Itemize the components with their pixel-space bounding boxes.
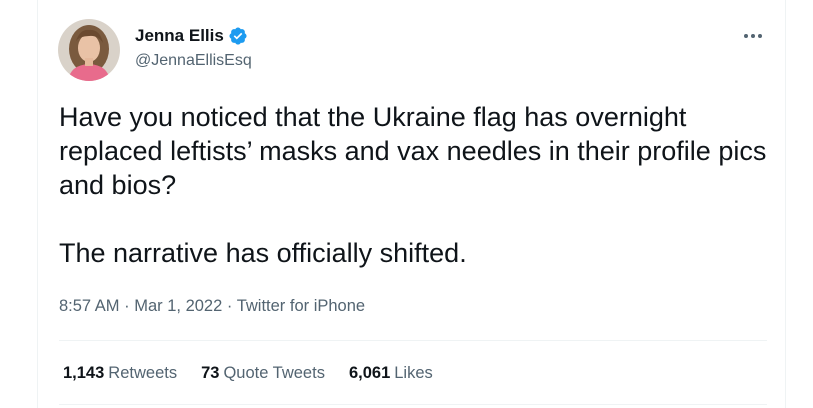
tweet-date[interactable]: Mar 1, 2022: [134, 297, 222, 315]
retweets-label: Retweets: [108, 364, 178, 382]
author-display-name[interactable]: Jenna Ellis: [135, 26, 224, 46]
tweet-card: Jenna Ellis @JennaEllisEsq Have you noti…: [37, 0, 786, 408]
retweets-count: 1,143: [63, 364, 105, 382]
quote-tweets-stat[interactable]: 73 Quote Tweets: [201, 364, 325, 383]
tweet-paragraph: Have you noticed that the Ukraine flag h…: [59, 102, 767, 200]
meta-separator: ·: [124, 297, 130, 315]
tweet-text: Have you noticed that the Ukraine flag h…: [59, 100, 769, 270]
more-options-icon[interactable]: [738, 24, 768, 48]
avatar[interactable]: [58, 19, 120, 81]
retweets-stat[interactable]: 1,143 Retweets: [63, 364, 177, 383]
likes-count: 6,061: [348, 364, 391, 382]
quote-tweets-label: Quote Tweets: [223, 364, 325, 382]
author-name-row: Jenna Ellis: [135, 26, 248, 46]
divider: [59, 340, 767, 341]
author-handle[interactable]: @JennaEllisEsq: [135, 52, 252, 70]
engagement-stats: 1,143 Retweets 73 Quote Tweets 6,061 Likes: [63, 364, 433, 383]
likes-stat[interactable]: 6,061 Likes: [349, 364, 433, 383]
tweet-time[interactable]: 8:57 AM: [59, 297, 120, 315]
likes-label: Likes: [394, 364, 433, 382]
divider: [59, 404, 767, 405]
verified-badge-icon: [228, 26, 248, 46]
tweet-metadata: 8:57 AM · Mar 1, 2022 · Twitter for iPho…: [59, 297, 365, 316]
quote-tweets-count: 73: [201, 364, 220, 382]
meta-separator: ·: [226, 297, 233, 315]
tweet-source[interactable]: Twitter for iPhone: [237, 297, 365, 315]
profile-photo-icon: [58, 19, 120, 81]
tweet-paragraph: The narrative has officially shifted.: [59, 238, 467, 268]
